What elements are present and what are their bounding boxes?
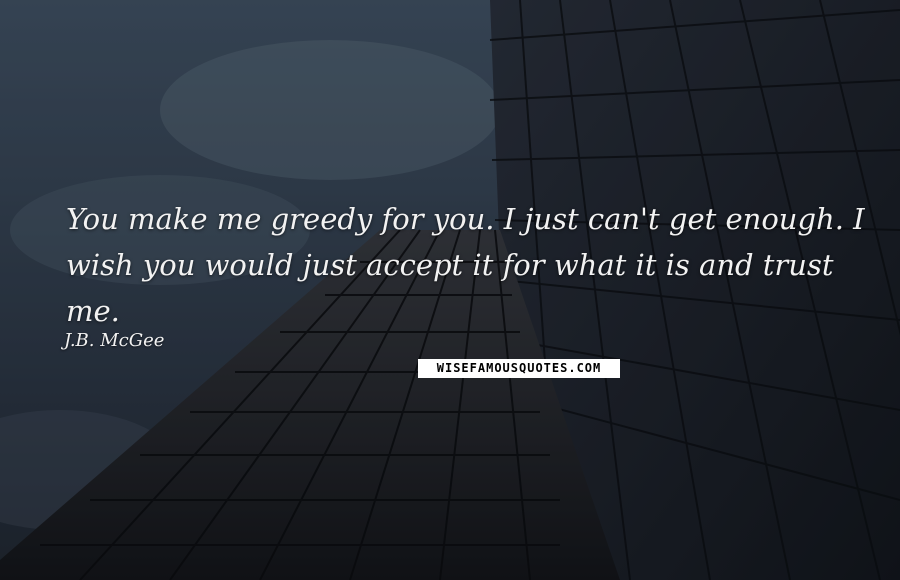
- quote-author: J.B. McGee: [64, 330, 165, 351]
- quote-text: You make me greedy for you. I just can't…: [66, 202, 865, 328]
- site-watermark: WISEFAMOUSQUOTES.COM: [418, 359, 620, 378]
- quote-card: You make me greedy for you. I just can't…: [0, 0, 900, 580]
